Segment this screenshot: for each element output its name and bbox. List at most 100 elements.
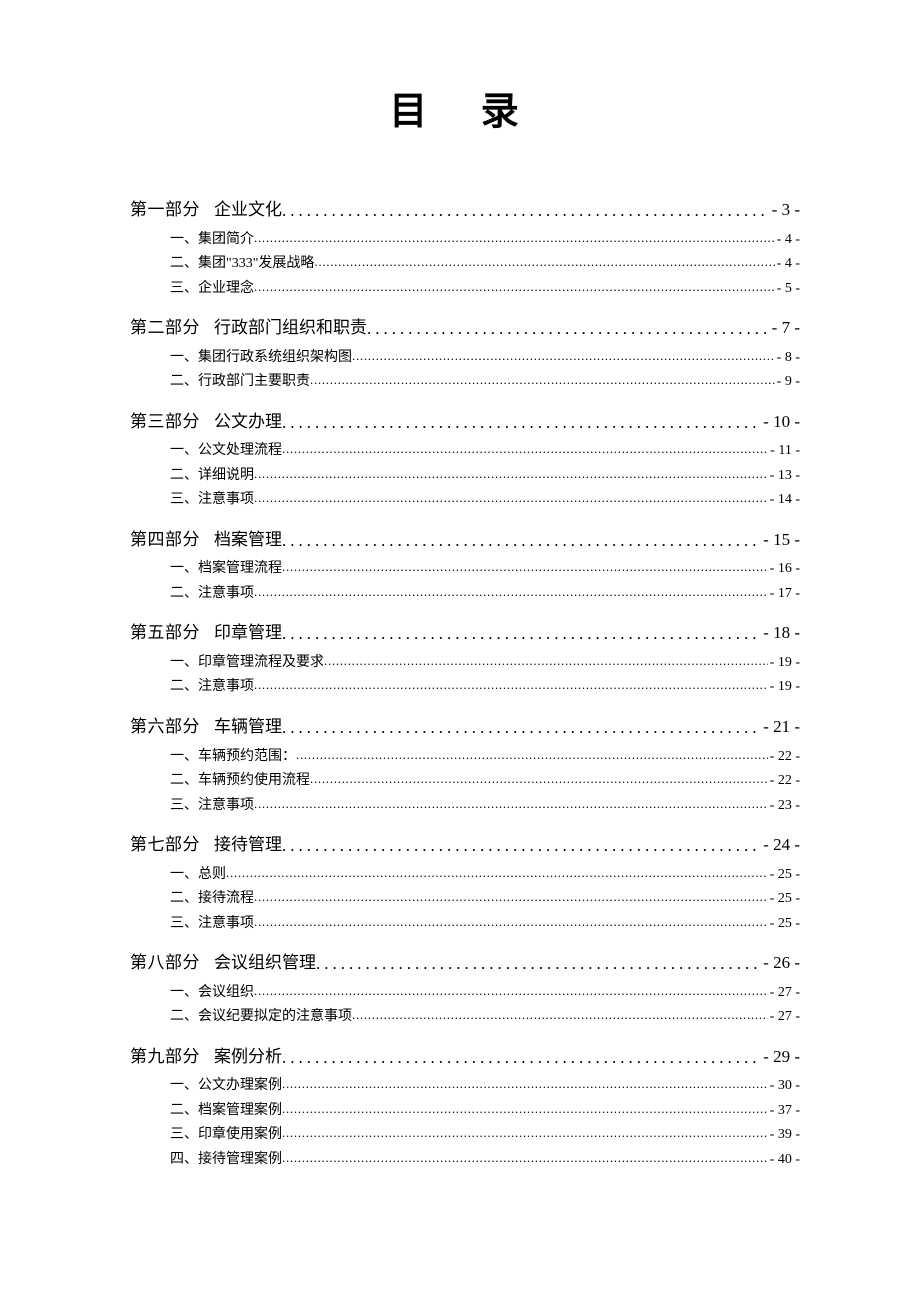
- toc-entry-label: 二、详细说明: [170, 464, 254, 489]
- toc-entry-label: 第六部分车辆管理: [130, 712, 282, 743]
- toc-page-number: - 26 -: [761, 948, 800, 979]
- toc-leader-dots: [367, 313, 770, 344]
- toc-leader-dots: [310, 370, 775, 395]
- toc-section: 第九部分案例分析- 29 -一、公文办理案例 - 30 - 二、档案管理案例 - 37…: [130, 1042, 800, 1173]
- toc-page-number: - 3 -: [770, 195, 800, 226]
- toc-body: 第一部分企业文化- 3 -一、集团简介- 4 -二、集团"333"发展战略 - 4…: [130, 195, 800, 1172]
- toc-leader-dots: [254, 582, 768, 607]
- toc-entry-level1: 第九部分案例分析- 29 -: [130, 1042, 800, 1073]
- toc-page-number: - 18 -: [761, 618, 800, 649]
- toc-leader-dots: [254, 887, 768, 912]
- toc-leader-dots: [282, 1042, 761, 1073]
- toc-page-number: - 25 -: [768, 912, 800, 937]
- toc-entry-level2: 二、车辆预约使用流程 - 22 -: [130, 769, 800, 794]
- toc-title: 目 录: [130, 80, 800, 135]
- toc-entry-level1: 第四部分档案管理- 15 -: [130, 525, 800, 556]
- toc-entry-level2: 一、集团简介- 4 -: [130, 228, 800, 253]
- toc-leader-dots: [254, 794, 768, 819]
- toc-page-number: - 21 -: [761, 712, 800, 743]
- toc-leader-dots: [254, 277, 775, 302]
- toc-entry-label: 四、接待管理案例: [170, 1148, 282, 1173]
- toc-part-number: 第六部分: [130, 717, 200, 736]
- toc-entry-label: 一、印章管理流程及要求: [170, 651, 324, 676]
- toc-entry-label: 第五部分印章管理: [130, 618, 282, 649]
- toc-leader-dots: [254, 488, 768, 513]
- toc-leader-dots: [310, 769, 768, 794]
- toc-entry-label: 一、公文处理流程: [170, 439, 282, 464]
- toc-page-number: - 10 -: [761, 407, 800, 438]
- toc-page-number: - 11 -: [768, 439, 800, 464]
- toc-page-number: - 7 -: [770, 313, 800, 344]
- toc-entry-label: 二、档案管理案例: [170, 1099, 282, 1124]
- toc-entry-level2: 一、档案管理流程- 16 -: [130, 557, 800, 582]
- toc-entry-label: 三、印章使用案例: [170, 1123, 282, 1148]
- toc-part-heading: 接待管理: [214, 835, 282, 854]
- toc-entry-label: 一、车辆预约范围：: [170, 745, 296, 770]
- toc-section: 第二部分行政部门组织和职责 - 7 -一、集团行政系统组织架构图- 8 -二、行政…: [130, 313, 800, 395]
- toc-entry-level1: 第五部分印章管理 - 18 -: [130, 618, 800, 649]
- toc-page-number: - 27 -: [768, 981, 800, 1006]
- toc-leader-dots: [226, 863, 768, 888]
- toc-part-number: 第一部分: [130, 200, 200, 219]
- toc-part-heading: 行政部门组织和职责: [214, 318, 367, 337]
- toc-page-number: - 23 -: [768, 794, 800, 819]
- toc-page-number: - 30 -: [768, 1074, 800, 1099]
- toc-part-number: 第五部分: [130, 623, 200, 642]
- toc-page-number: - 22 -: [768, 769, 800, 794]
- toc-entry-label: 二、注意事项: [170, 582, 254, 607]
- toc-leader-dots: [282, 1148, 768, 1173]
- toc-entry-label: 二、接待流程: [170, 887, 254, 912]
- toc-leader-dots: [282, 407, 761, 438]
- toc-entry-level1: 第八部分会议组织管理 - 26 -: [130, 948, 800, 979]
- toc-entry-label: 第八部分会议组织管理: [130, 948, 316, 979]
- toc-part-number: 第九部分: [130, 1047, 200, 1066]
- toc-page-number: - 24 -: [761, 830, 800, 861]
- toc-entry-level2: 一、集团行政系统组织架构图- 8 -: [130, 346, 800, 371]
- toc-part-heading: 会议组织管理: [214, 953, 316, 972]
- toc-entry-label: 二、行政部门主要职责: [170, 370, 310, 395]
- toc-entry-label: 第七部分接待管理: [130, 830, 282, 861]
- toc-page-number: - 4 -: [775, 252, 800, 277]
- toc-page-number: - 5 -: [775, 277, 800, 302]
- toc-leader-dots: [296, 745, 768, 770]
- toc-leader-dots: [282, 830, 761, 861]
- toc-section: 第三部分公文办理- 10 -一、公文处理流程- 11 -二、详细说明- 13 -…: [130, 407, 800, 513]
- toc-page-number: - 40 -: [768, 1148, 800, 1173]
- toc-entry-level2: 一、会议组织 - 27 -: [130, 981, 800, 1006]
- toc-entry-label: 二、集团"333"发展战略: [170, 252, 314, 277]
- toc-part-heading: 案例分析: [214, 1047, 282, 1066]
- toc-entry-label: 一、集团行政系统组织架构图: [170, 346, 352, 371]
- toc-page-number: - 19 -: [768, 675, 800, 700]
- toc-section: 第四部分档案管理- 15 -一、档案管理流程- 16 -二、注意事项 - 17 -: [130, 525, 800, 607]
- toc-section: 第五部分印章管理- 18 -一、印章管理流程及要求- 19 -二、注意事项- 1…: [130, 618, 800, 700]
- toc-page-number: - 37 -: [768, 1099, 800, 1124]
- toc-entry-level2: 二、注意事项 - 17 -: [130, 582, 800, 607]
- toc-leader-dots: [282, 195, 770, 226]
- toc-entry-label: 一、档案管理流程: [170, 557, 282, 582]
- toc-leader-dots: [254, 981, 768, 1006]
- toc-leader-dots: [352, 1005, 768, 1030]
- toc-entry-label: 二、车辆预约使用流程: [170, 769, 310, 794]
- toc-page-number: - 17 -: [768, 582, 800, 607]
- toc-page-number: - 15 -: [761, 525, 800, 556]
- toc-entry-level2: 二、集团"333"发展战略 - 4 -: [130, 252, 800, 277]
- toc-entry-label: 一、公文办理案例: [170, 1074, 282, 1099]
- toc-part-number: 第八部分: [130, 953, 200, 972]
- toc-leader-dots: [352, 346, 775, 371]
- toc-entry-level2: 三、印章使用案例- 39 -: [130, 1123, 800, 1148]
- toc-page-number: - 14 -: [768, 488, 800, 513]
- toc-leader-dots: [282, 557, 768, 582]
- toc-entry-level2: 一、车辆预约范围： - 22 -: [130, 745, 800, 770]
- toc-entry-level1: 第一部分企业文化- 3 -: [130, 195, 800, 226]
- toc-entry-label: 三、注意事项: [170, 912, 254, 937]
- toc-leader-dots: [282, 618, 761, 649]
- toc-entry-label: 一、会议组织: [170, 981, 254, 1006]
- toc-entry-level2: 三、企业理念 - 5 -: [130, 277, 800, 302]
- toc-entry-level1: 第三部分公文办理- 10 -: [130, 407, 800, 438]
- toc-part-number: 第二部分: [130, 318, 200, 337]
- toc-entry-label: 三、企业理念: [170, 277, 254, 302]
- toc-entry-level2: 四、接待管理案例 - 40 -: [130, 1148, 800, 1173]
- toc-part-number: 第三部分: [130, 412, 200, 431]
- toc-entry-level1: 第二部分行政部门组织和职责 - 7 -: [130, 313, 800, 344]
- toc-page-number: - 22 -: [768, 745, 800, 770]
